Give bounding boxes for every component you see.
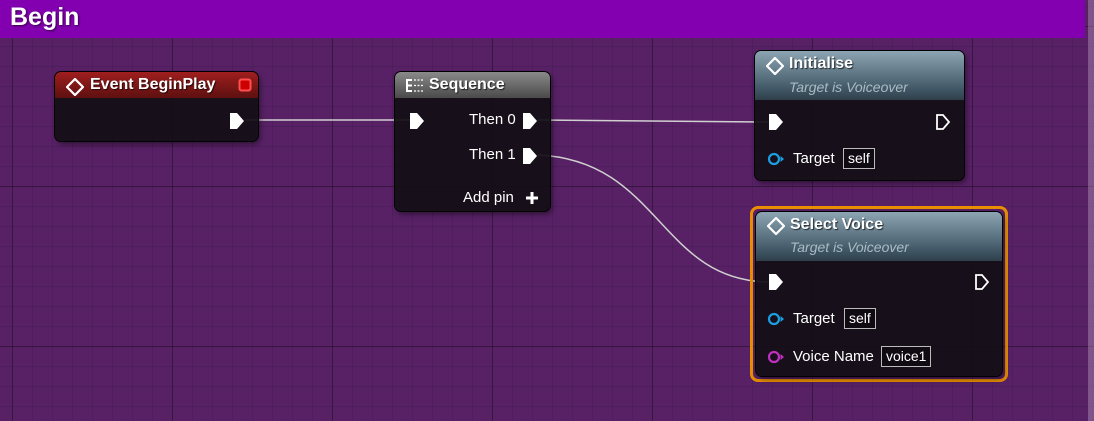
exec-pin-icon[interactable] — [229, 112, 245, 130]
name-pin-icon[interactable] — [767, 349, 787, 365]
delegate-pin-icon[interactable] — [238, 78, 252, 92]
target-field[interactable]: self — [843, 148, 875, 169]
exec-pin-icon[interactable] — [522, 147, 538, 165]
function-diamond-icon — [766, 57, 784, 75]
object-pin-icon[interactable] — [767, 151, 787, 167]
node-event-begin-play[interactable]: Event BeginPlay — [55, 72, 258, 141]
pin-label-target: Target — [793, 150, 835, 167]
node-title: Select Voice — [790, 216, 884, 233]
wire-then0-to-initialise[interactable] — [537, 119, 771, 123]
wire-then1-to-select-voice[interactable] — [537, 154, 771, 283]
object-pin-icon[interactable] — [767, 311, 787, 327]
node-subtitle: Target is Voiceover — [790, 239, 909, 255]
sequence-icon — [406, 79, 423, 92]
node-title: Sequence — [429, 76, 505, 93]
node-header: Event BeginPlay — [55, 72, 258, 98]
exec-pin-icon[interactable] — [768, 273, 784, 291]
node-subtitle: Target is Voiceover — [789, 79, 908, 95]
pin-label-then0: Then 0 — [469, 111, 516, 128]
pin-label-then1: Then 1 — [469, 146, 516, 163]
node-header: Select Voice Target is Voiceover — [756, 212, 1002, 261]
event-diamond-icon — [66, 78, 84, 96]
node-initialise[interactable]: Initialise Target is Voiceover Target se… — [755, 51, 964, 180]
node-title: Initialise — [789, 55, 854, 72]
node-title: Event BeginPlay — [90, 76, 216, 93]
add-pin-label[interactable]: Add pin — [463, 189, 514, 206]
function-diamond-icon — [767, 217, 785, 235]
exec-pin-icon[interactable] — [935, 113, 951, 131]
node-header: Sequence — [395, 72, 550, 98]
pin-label-target: Target — [793, 310, 835, 327]
voice-name-field[interactable]: voice1 — [881, 346, 932, 367]
exec-pin-icon[interactable] — [409, 112, 425, 130]
exec-pin-icon[interactable] — [768, 113, 784, 131]
exec-pin-icon[interactable] — [974, 273, 990, 291]
pin-label-voice-name: Voice Name — [793, 348, 874, 365]
node-select-voice[interactable]: Select Voice Target is Voiceover Target … — [756, 212, 1002, 376]
add-pin-icon[interactable] — [525, 191, 539, 205]
node-header: Initialise Target is Voiceover — [755, 51, 964, 100]
node-sequence[interactable]: Sequence Then 0 Then 1 Add pin — [395, 72, 550, 211]
exec-pin-icon[interactable] — [522, 112, 538, 130]
target-field[interactable]: self — [844, 308, 876, 329]
